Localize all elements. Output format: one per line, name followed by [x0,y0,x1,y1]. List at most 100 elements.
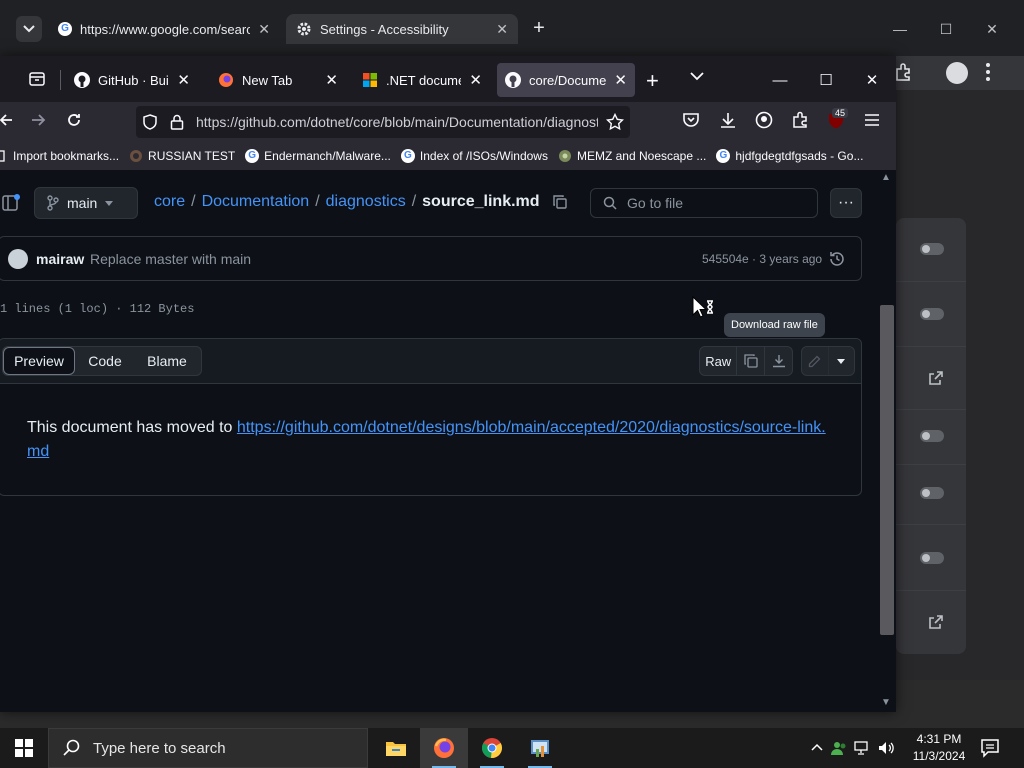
globe-icon [558,150,571,162]
chrome-tab-settings[interactable]: Settings - Accessibility ✕ [286,14,518,44]
chrome-new-tab-button[interactable]: + [528,18,550,40]
firefox-tab-github[interactable]: GitHub · Build and ship ✕ [66,63,198,97]
start-button[interactable] [0,728,48,768]
taskbar-search-box[interactable]: Type here to search [48,728,368,768]
copy-path-icon[interactable] [552,194,568,210]
notification-center-icon[interactable] [980,738,1000,758]
close-icon[interactable]: ✕ [469,71,482,89]
git-branch-icon [47,195,59,211]
download-raw-button[interactable] [765,347,792,375]
close-icon[interactable]: ✕ [614,71,627,89]
raw-button[interactable]: Raw [700,347,738,375]
breadcrumb-documentation-link[interactable]: Documentation [202,193,310,211]
scroll-up-arrow-icon[interactable]: ▲ [881,172,891,183]
chrome-close-button[interactable]: ✕ [972,14,1012,44]
tab-preview[interactable]: Preview [3,347,75,375]
bookmark-hjdfg[interactable]: G hjdfgdegtdfgsads - Go... [716,149,863,163]
chrome-tab-label: Settings - Accessibility [320,21,449,37]
scrollbar-thumb[interactable] [880,305,894,635]
microsoft-icon [363,73,377,87]
external-link-icon[interactable] [928,614,944,630]
taskbar-control-panel[interactable] [516,728,564,768]
firefox-tab-core-documentation[interactable]: core/Documentation ✕ [497,63,635,97]
chrome-profile-avatar[interactable] [946,62,968,84]
scroll-down-arrow-icon[interactable]: ▼ [881,697,891,708]
close-icon[interactable]: ✕ [496,21,508,38]
chevron-up-icon[interactable] [810,741,824,755]
chrome-tab-search-button[interactable] [16,16,42,42]
back-arrow-icon[interactable] [0,112,14,128]
firefox-close-button[interactable]: ✕ [852,66,892,94]
puzzle-icon[interactable] [791,111,809,129]
firefox-new-tab-button[interactable]: + [646,68,659,94]
history-icon[interactable] [828,250,846,268]
toggle-switch[interactable] [920,487,944,499]
tab-code[interactable]: Code [75,347,135,375]
toggle-switch[interactable] [920,430,944,442]
taskbar-file-explorer[interactable] [372,728,420,768]
breadcrumb-separator: / [191,193,196,210]
bookmark-import[interactable]: Import bookmarks... [0,149,119,163]
google-icon: G [400,149,415,163]
commit-author-link[interactable]: mairaw [36,251,84,267]
toggle-switch[interactable] [920,308,944,320]
tab-blame[interactable]: Blame [135,347,199,375]
account-icon[interactable] [755,111,773,129]
people-icon[interactable] [830,739,848,757]
reload-icon[interactable] [66,112,82,128]
toggle-switch[interactable] [920,243,944,255]
file-tree-toggle-icon[interactable] [2,194,20,212]
caret-down-icon [105,200,114,206]
chrome-tab-google[interactable]: G https://www.google.com/search ✕ [48,14,280,44]
close-icon[interactable]: ✕ [258,21,270,38]
firefox-view-icon[interactable] [28,70,46,88]
clock-date: 11/3/2024 [912,749,966,763]
toggle-switch[interactable] [920,552,944,564]
windows-logo-icon [15,739,33,757]
taskbar-chrome[interactable] [468,728,516,768]
url-bar[interactable]: https://github.com/dotnet/core/blob/main… [136,106,630,138]
volume-icon[interactable] [878,740,896,756]
busy-cursor-icon [692,296,720,322]
chrome-maximize-button[interactable]: ☐ [926,14,966,44]
firefox-tab-newtab[interactable]: New Tab ✕ [210,63,346,97]
close-icon[interactable]: ✕ [325,71,338,89]
lock-icon[interactable] [170,114,184,130]
branch-selector-button[interactable]: main [34,187,138,219]
breadcrumb-diagnostics-link[interactable]: diagnostics [326,193,406,211]
pocket-icon[interactable] [682,112,700,128]
chevron-down-icon[interactable] [690,72,704,81]
star-icon[interactable] [606,113,624,131]
breadcrumb-repo-link[interactable]: core [154,193,185,211]
kebab-menu-icon[interactable] [985,62,991,82]
puzzle-icon[interactable] [894,62,914,82]
bookmark-endermanch[interactable]: G Endermanch/Malware... [245,149,391,163]
download-icon[interactable] [719,111,737,129]
go-to-file-input[interactable]: Go to file [590,188,818,218]
bookmark-russian-test[interactable]: RUSSIAN TEST [129,149,235,163]
network-icon[interactable] [854,740,872,756]
hamburger-menu-icon[interactable] [864,113,880,127]
edit-more-button[interactable] [829,347,855,375]
copy-raw-button[interactable] [737,347,766,375]
taskbar-clock[interactable]: 4:31 PM 11/3/2024 [908,731,970,765]
shield-icon[interactable] [142,114,158,130]
commit-sha-time[interactable]: 545504e · 3 years ago [702,252,822,266]
close-icon[interactable]: ✕ [177,71,190,89]
chrome-minimize-button[interactable]: — [880,14,920,44]
forward-arrow-icon[interactable] [30,112,46,128]
external-link-icon[interactable] [928,370,944,386]
taskbar-firefox[interactable] [420,728,468,768]
extension-badge: 45 [832,108,849,118]
firefox-minimize-button[interactable]: — [760,66,800,94]
more-options-button[interactable]: ··· [830,188,862,218]
avatar[interactable] [8,249,28,269]
firefox-tab-dotnet-docs[interactable]: .NET documentation ✕ [354,63,490,97]
raw-button-group: Raw [699,346,793,376]
firefox-tab-label: core/Documentation [529,72,607,88]
firefox-maximize-button[interactable]: ☐ [806,66,846,94]
edit-file-button[interactable] [802,347,829,375]
commit-message-link[interactable]: Replace master with main [90,251,251,267]
bookmark-memz[interactable]: MEMZ and Noescape ... [558,149,706,163]
bookmark-isos[interactable]: G Index of /ISOs/Windows [400,149,548,163]
